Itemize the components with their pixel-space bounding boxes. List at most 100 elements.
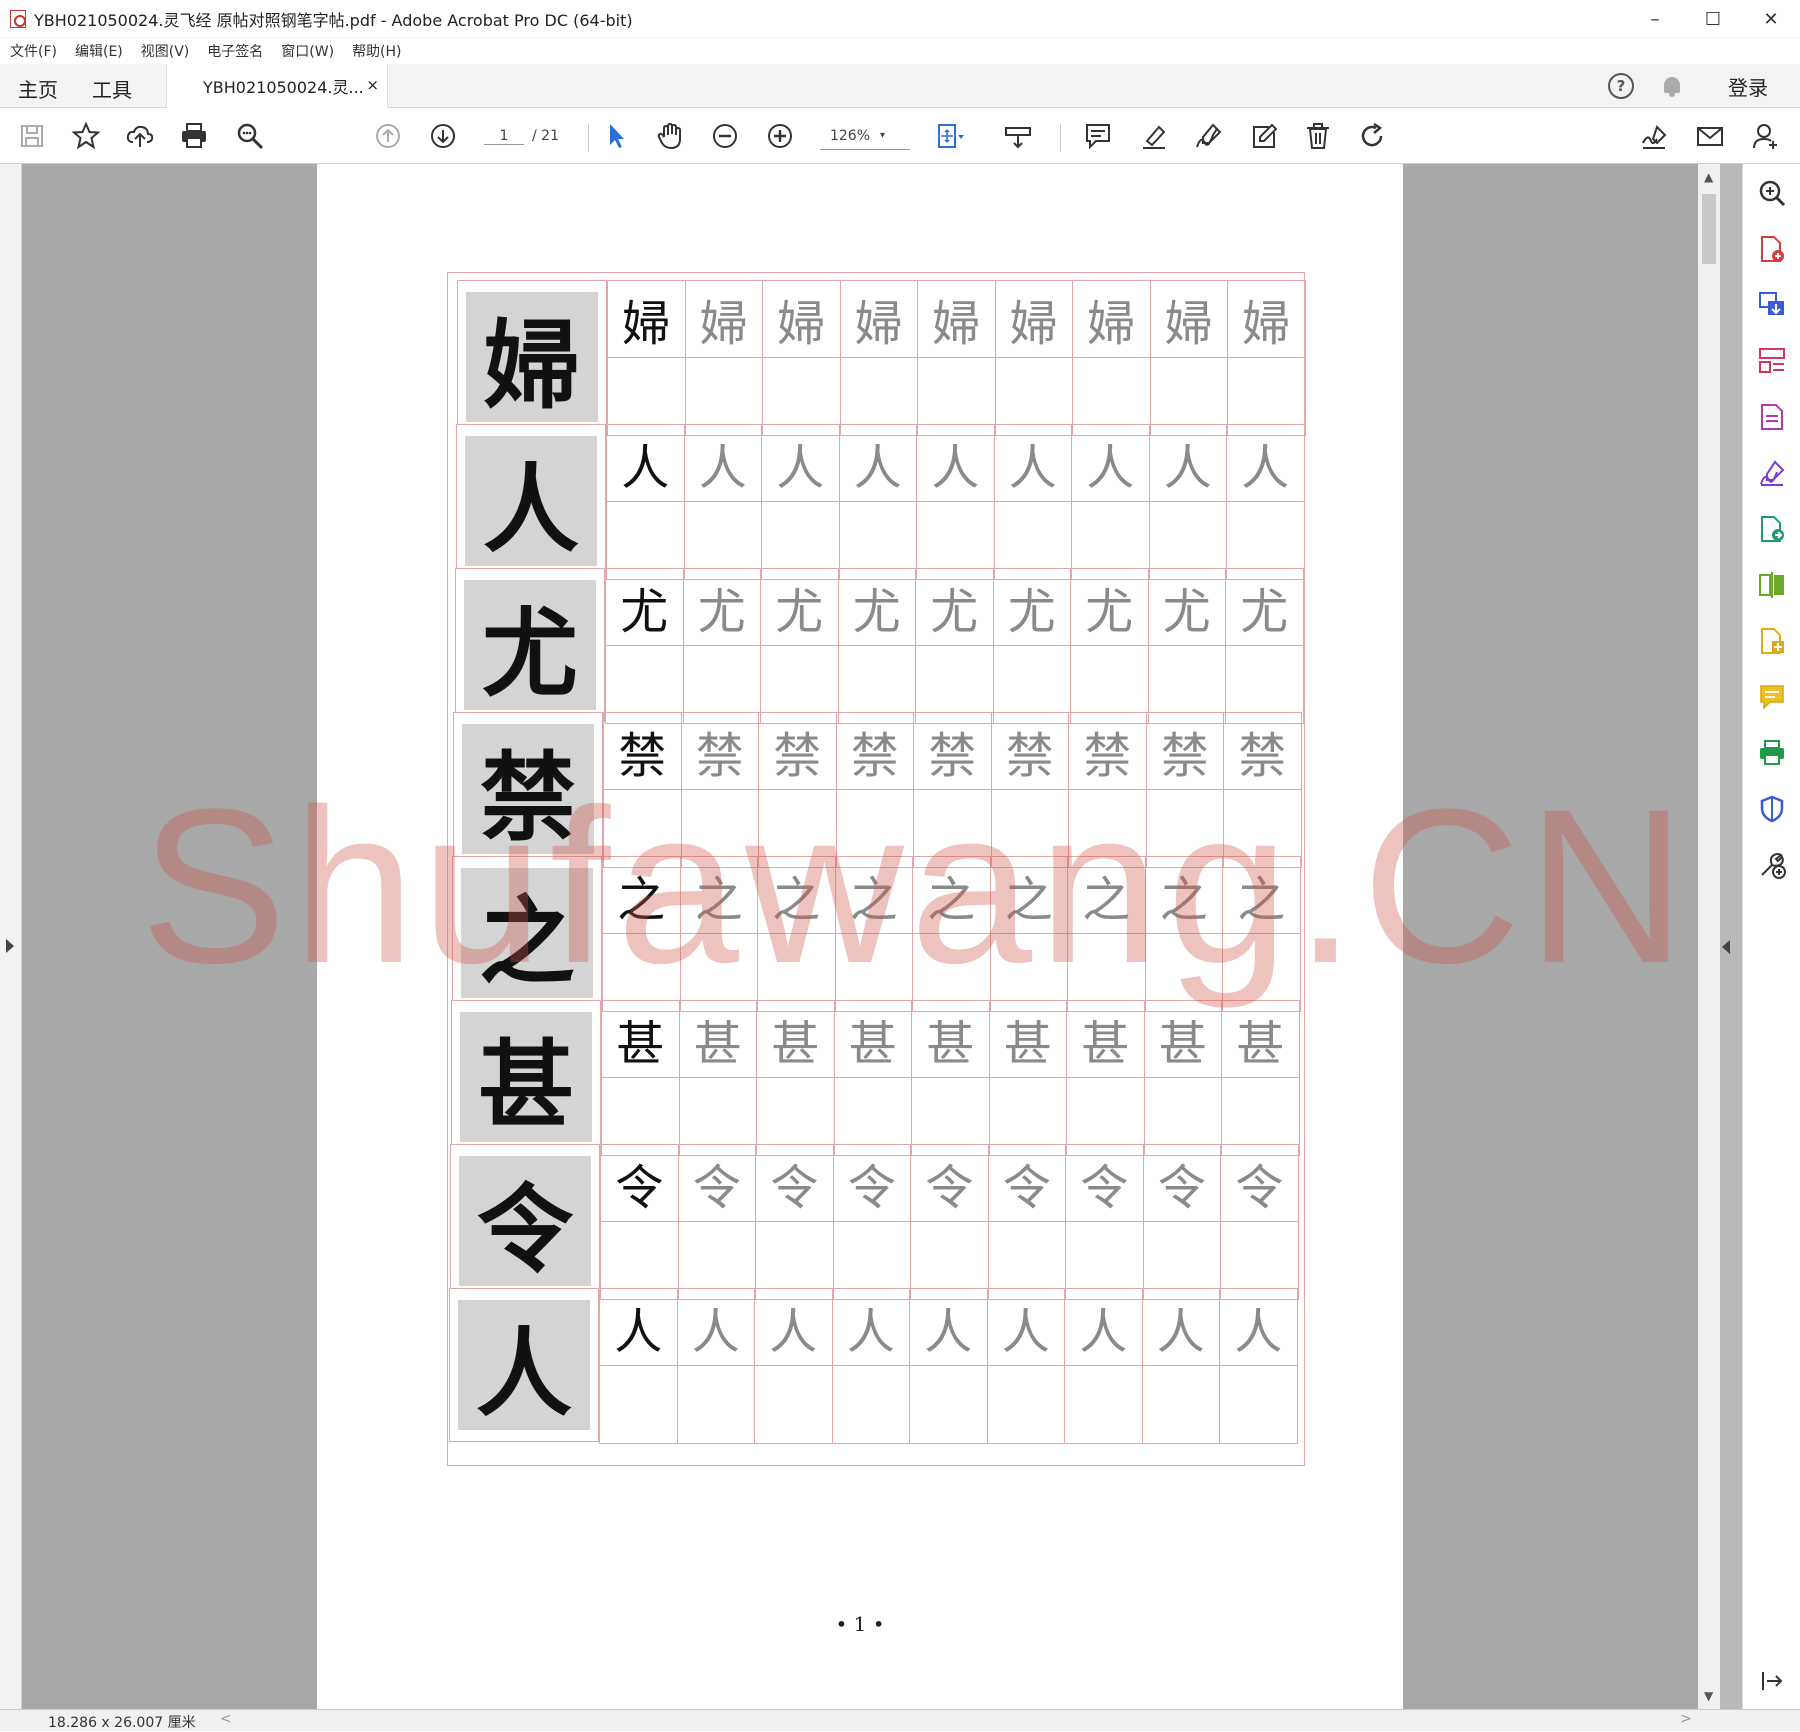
compare-files-icon[interactable] [1757, 570, 1787, 600]
vertical-scrollbar[interactable]: ▲ ▼ [1698, 164, 1720, 1709]
next-page-icon[interactable] [427, 120, 459, 152]
model-character: 人 [600, 1289, 677, 1366]
menu-file[interactable]: 文件(F) [10, 41, 57, 61]
trace-character: 人 [994, 425, 1071, 502]
right-tools-pane [1742, 164, 1800, 1709]
highlight-icon[interactable] [1138, 120, 1170, 152]
menu-help[interactable]: 帮助(H) [352, 41, 401, 61]
print-icon[interactable] [178, 120, 210, 152]
login-button[interactable]: 登录 [1728, 72, 1768, 101]
create-pdf-icon[interactable] [1757, 234, 1787, 264]
tab-close-button[interactable]: × [366, 76, 379, 94]
export-pdf-icon[interactable] [1757, 290, 1787, 320]
tab-bar: 主页 工具 YBH021050024.灵... × ? 登录 [0, 64, 1800, 108]
star-icon[interactable] [70, 120, 102, 152]
minimize-button[interactable]: – [1626, 0, 1684, 38]
edit-pdf-icon[interactable] [1757, 402, 1787, 432]
fill-sign-icon[interactable] [1757, 458, 1787, 488]
practice-cell: 人 [761, 425, 839, 579]
page-number-input[interactable]: 1 [484, 128, 524, 145]
rotate-icon[interactable] [1356, 120, 1388, 152]
menu-esign[interactable]: 电子签名 [207, 41, 263, 61]
search-zoom-icon[interactable] [1757, 178, 1787, 208]
zoom-out-icon[interactable] [709, 120, 741, 152]
scroll-up-icon[interactable]: ▲ [1704, 170, 1713, 184]
tab-document[interactable]: YBH021050024.灵... × [166, 64, 388, 108]
collapse-right-pane-icon[interactable] [1722, 940, 1730, 954]
scroll-right-icon[interactable]: > [1680, 1711, 1692, 1727]
blank-practice-box [1065, 1366, 1142, 1443]
collapse-tools-icon[interactable] [1757, 1666, 1787, 1696]
trace-character: 婦 [1150, 281, 1227, 358]
trace-character: 令 [1221, 1145, 1298, 1222]
select-cursor-icon[interactable] [600, 120, 632, 152]
scroll-down-icon[interactable]: ▼ [1704, 1689, 1713, 1703]
practice-cell: 令 [1142, 1145, 1220, 1299]
read-mode-icon[interactable] [1002, 120, 1034, 152]
organize-pages-icon[interactable] [1757, 346, 1787, 376]
previous-page-icon[interactable] [372, 120, 404, 152]
practice-cell: 人 [1219, 1289, 1297, 1443]
trace-character: 尤 [683, 569, 760, 646]
close-window-button[interactable]: ✕ [1742, 0, 1800, 38]
practice-cell: 令 [832, 1145, 910, 1299]
original-rubbing-cell: 人 [456, 424, 606, 578]
trace-character: 婦 [918, 281, 995, 358]
zoom-dropdown[interactable]: 126% ▾ [820, 122, 910, 150]
copybook-row: 令令令令令令令令令令 [450, 1144, 1299, 1300]
blank-practice-box [988, 1366, 1065, 1443]
menu-edit[interactable]: 编辑(E) [75, 41, 123, 61]
original-rubbing-cell: 尤 [455, 568, 605, 722]
stamp-icon[interactable] [1247, 120, 1279, 152]
scroll-left-icon[interactable]: < [220, 1711, 232, 1727]
send-review-icon[interactable] [1757, 514, 1787, 544]
draw-icon[interactable] [1192, 120, 1224, 152]
practice-cell: 尤 [682, 569, 760, 723]
practice-cells: 甚甚甚甚甚甚甚甚甚 [601, 1000, 1300, 1156]
menu-window[interactable]: 窗口(W) [281, 41, 334, 61]
practice-cells: 人人人人人人人人人 [599, 1288, 1298, 1444]
practice-cell: 婦 [1072, 281, 1150, 435]
protect-shield-icon[interactable] [1757, 794, 1787, 824]
maximize-button[interactable]: ☐ [1684, 0, 1742, 38]
print-production-icon[interactable] [1757, 738, 1787, 768]
rubbing-character: 甚 [460, 1012, 592, 1142]
email-icon[interactable] [1694, 120, 1726, 152]
save-icon[interactable] [16, 120, 48, 152]
watermark-text: Shufawang.CN [140, 763, 1692, 1009]
tab-home[interactable]: 主页 [18, 74, 58, 103]
window-controls: – ☐ ✕ [1626, 0, 1800, 38]
trace-character: 婦 [1228, 281, 1305, 358]
help-icon[interactable]: ? [1608, 73, 1634, 99]
find-zoom-icon[interactable] [234, 120, 266, 152]
blank-practice-box [678, 1366, 755, 1443]
practice-cell: 甚 [601, 1001, 679, 1155]
menu-view[interactable]: 视图(V) [141, 41, 190, 61]
toolbar-divider [588, 124, 589, 152]
trace-character: 尤 [916, 569, 993, 646]
practice-cell: 尤 [605, 569, 683, 723]
cloud-upload-icon[interactable] [124, 120, 156, 152]
rubbing-character: 令 [459, 1156, 591, 1286]
zoom-in-icon[interactable] [764, 120, 796, 152]
bell-icon[interactable] [1662, 75, 1682, 97]
expand-left-panel-icon[interactable] [6, 939, 14, 953]
trace-character: 令 [1143, 1145, 1220, 1222]
sign-icon[interactable] [1638, 120, 1670, 152]
trace-character: 尤 [838, 569, 915, 646]
practice-cell: 婦 [1149, 281, 1227, 435]
comment-tool-icon[interactable] [1757, 682, 1787, 712]
combine-files-icon[interactable] [1757, 626, 1787, 656]
hand-tool-icon[interactable] [654, 120, 686, 152]
more-tools-icon[interactable] [1757, 850, 1787, 880]
scroll-thumb[interactable] [1702, 194, 1716, 264]
delete-icon[interactable] [1302, 120, 1334, 152]
comment-icon[interactable] [1082, 120, 1114, 152]
practice-cell: 人 [993, 425, 1071, 579]
share-user-icon[interactable] [1750, 120, 1782, 152]
fit-page-icon[interactable] [934, 120, 966, 152]
practice-cells: 令令令令令令令令令 [600, 1144, 1299, 1300]
practice-cell: 令 [910, 1145, 988, 1299]
practice-cell: 尤 [760, 569, 838, 723]
tab-tools[interactable]: 工具 [92, 74, 132, 103]
